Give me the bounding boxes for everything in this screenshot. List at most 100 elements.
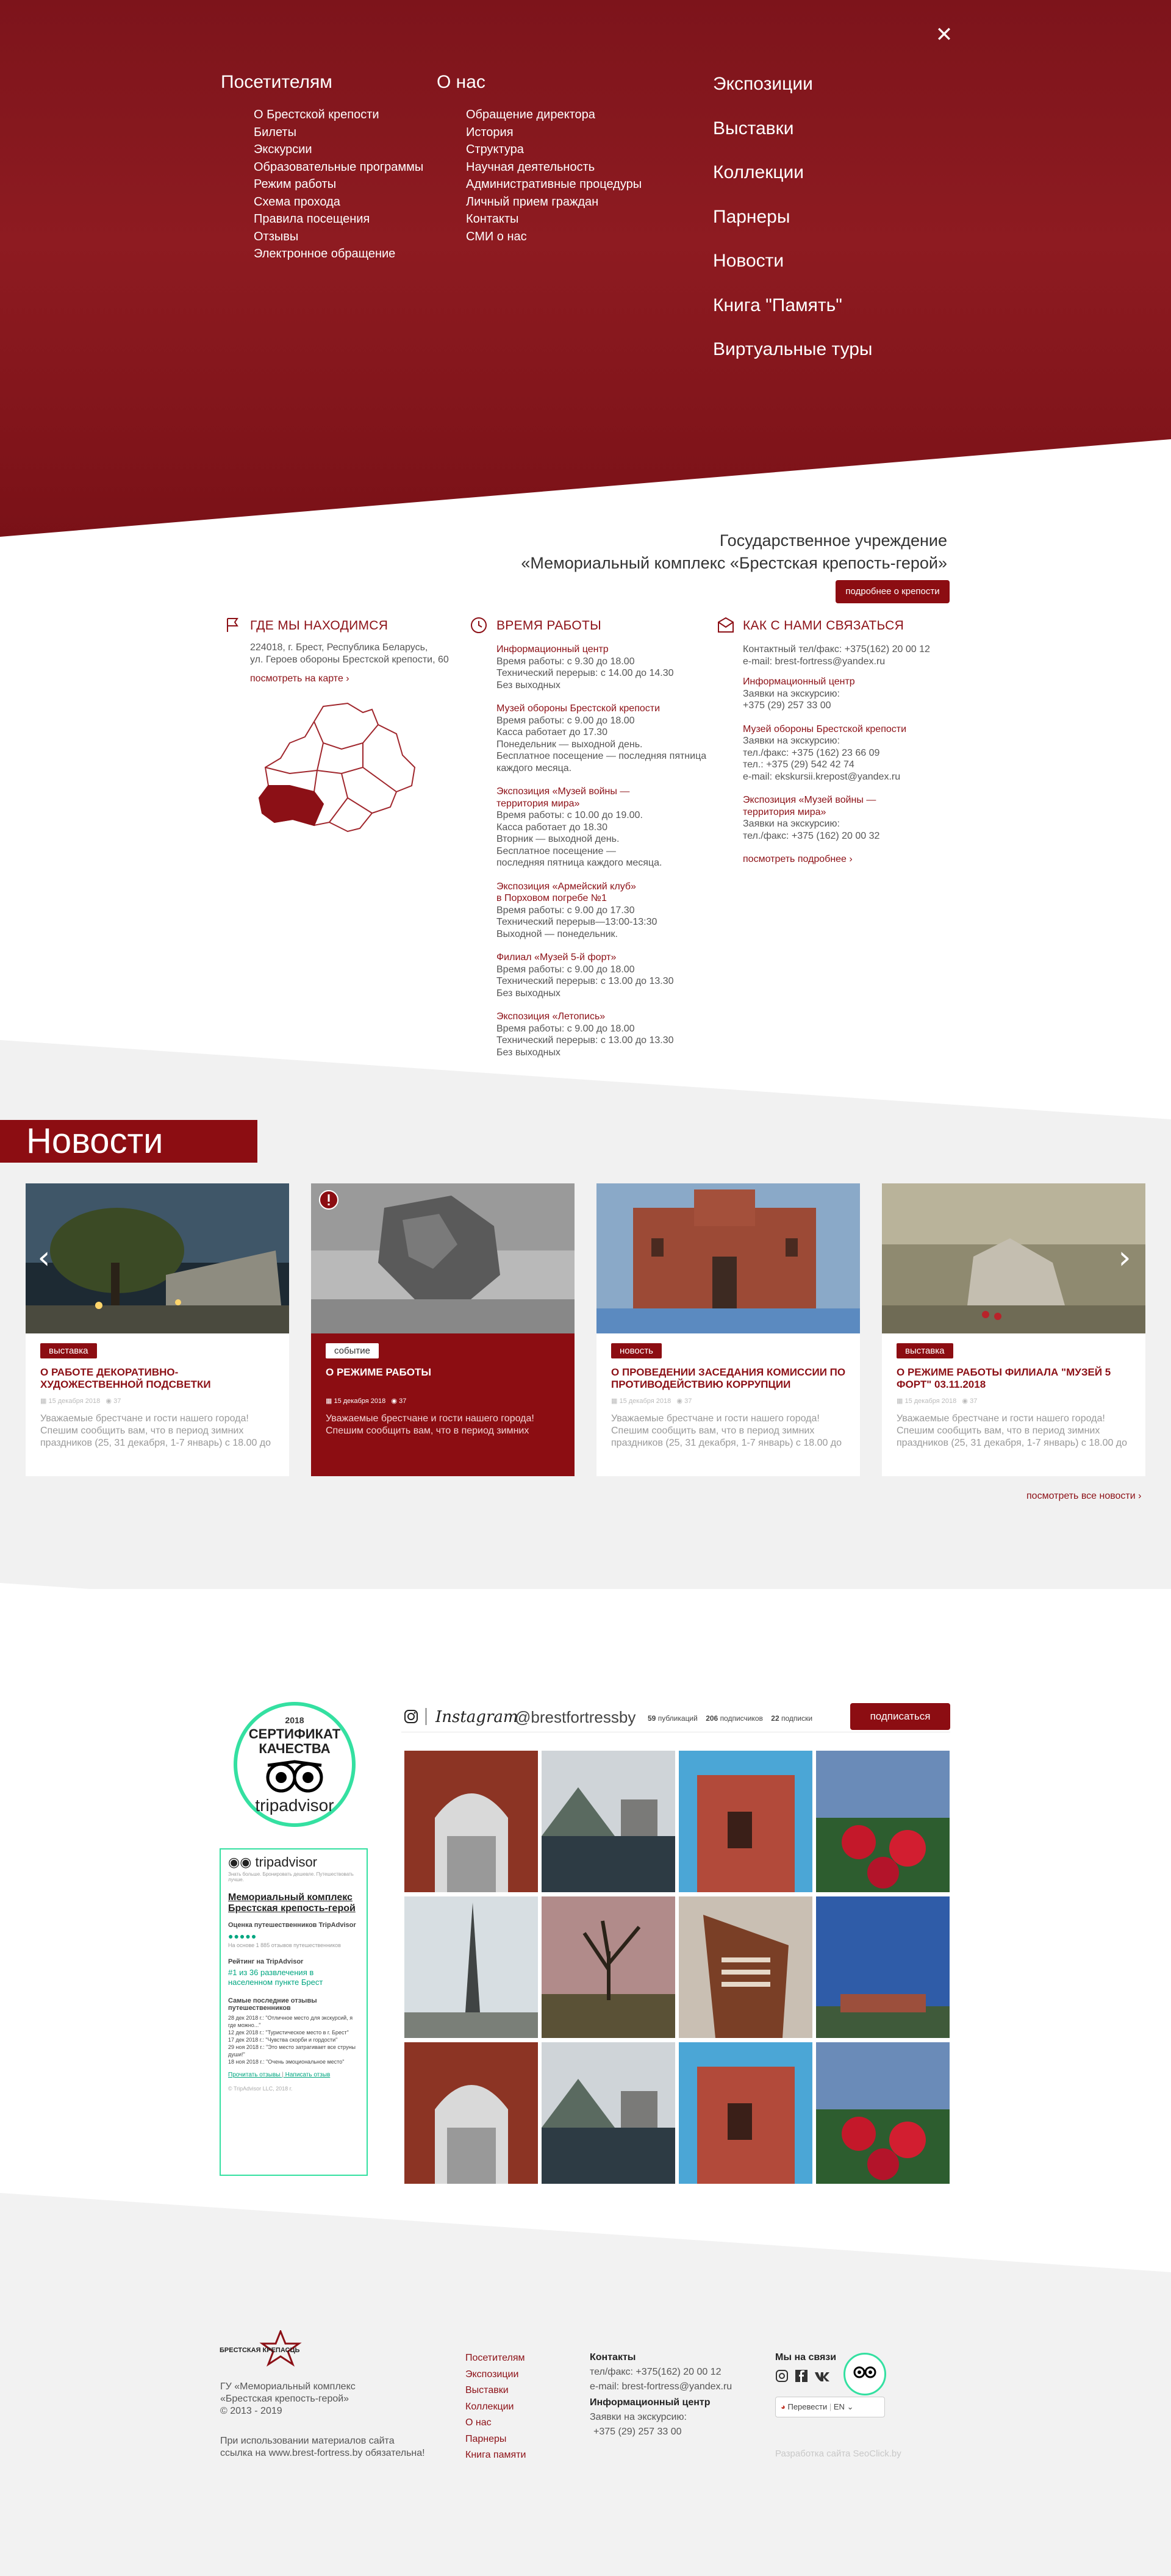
menu-item[interactable]: О Брестской крепости xyxy=(254,106,423,124)
menu-item[interactable]: Обращение директора xyxy=(466,106,642,124)
menu-item[interactable]: Личный прием граждан xyxy=(466,193,642,211)
news-card[interactable]: новость О ПРОВЕДЕНИИ ЗАСЕДАНИЯ КОМИССИИ … xyxy=(596,1183,860,1476)
instagram-photo[interactable] xyxy=(404,2042,538,2184)
close-icon[interactable]: ✕ xyxy=(934,24,954,45)
news-title[interactable]: О ПРОВЕДЕНИИ ЗАСЕДАНИЯ КОМИССИИ ПО ПРОТИ… xyxy=(611,1366,849,1391)
menu-section-item[interactable]: Виртуальные туры xyxy=(713,328,873,372)
instagram-photo[interactable] xyxy=(679,1751,812,1892)
chevron-right-icon[interactable]: › xyxy=(1112,1240,1137,1276)
instagram-photo[interactable] xyxy=(542,1896,675,2038)
facebook-icon[interactable] xyxy=(795,2369,808,2383)
info-block-title[interactable]: территория мира» xyxy=(743,806,962,819)
footer-email[interactable]: e-mail: brest-fortress@yandex.ru xyxy=(590,2381,732,2393)
instagram-photo[interactable] xyxy=(542,2042,675,2184)
menu-section-item[interactable]: Книга "Память" xyxy=(713,284,873,328)
info-block-title[interactable]: Филиал «Музей 5-й форт» xyxy=(496,952,716,964)
instagram-handle[interactable]: @brestfortressby xyxy=(515,1708,636,1727)
instagram-icon[interactable] xyxy=(775,2369,789,2383)
vk-icon[interactable] xyxy=(814,2369,830,2383)
menu-item[interactable]: Контакты xyxy=(466,210,642,228)
menu-item[interactable]: Административные процедуры xyxy=(466,176,642,193)
news-card[interactable]: выставка О РЕЖИМЕ РАБОТЫ ФИЛИАЛА "МУЗЕЙ … xyxy=(882,1183,1145,1476)
footer-link[interactable]: Парнеры xyxy=(465,2431,526,2448)
info-block-title[interactable]: Музей обороны Брестской крепости xyxy=(496,703,716,715)
instagram-photo[interactable] xyxy=(404,1896,538,2038)
menu-item[interactable]: Электронное обращение xyxy=(254,245,423,263)
all-news-link[interactable]: посмотреть все новости › xyxy=(1026,1491,1141,1502)
footer-link[interactable]: Посетителям xyxy=(465,2350,526,2367)
news-title[interactable]: О РАБОТЕ ДЕКОРАТИВНО-ХУДОЖЕСТВЕННОЙ ПОДС… xyxy=(40,1366,278,1391)
info-block-title[interactable]: Музей обороны Брестской крепости xyxy=(743,723,962,736)
menu-item[interactable]: Образовательные программы xyxy=(254,159,423,176)
menu-item[interactable]: История xyxy=(466,124,642,142)
news-meta: ▦ 15 декабря 2018 ◉ 37 xyxy=(40,1397,121,1405)
instagram-photo[interactable] xyxy=(816,1896,950,2038)
belarus-map[interactable] xyxy=(256,700,421,834)
info-block-title[interactable]: в Порховом погребе №1 xyxy=(496,892,716,905)
instagram-photo[interactable] xyxy=(679,1896,812,2038)
menu-section-item[interactable]: Новости xyxy=(713,239,873,284)
instagram-photo[interactable] xyxy=(404,1751,538,1892)
menu-item[interactable]: Экскурсии xyxy=(254,141,423,159)
footer-link[interactable]: Выставки xyxy=(465,2383,526,2399)
instagram-photo[interactable] xyxy=(816,1751,950,1892)
menu-item[interactable]: Отзывы xyxy=(254,228,423,246)
ta-place-name[interactable]: Мемориальный комплекс Брестская крепость… xyxy=(228,1892,359,1914)
tripadvisor-certificate[interactable]: 2018 СЕРТИФИКАТ КАЧЕСТВА tripadvisor xyxy=(234,1702,356,1827)
menu-item[interactable]: Структура xyxy=(466,141,642,159)
instagram-photo[interactable] xyxy=(679,2042,812,2184)
write-review-link[interactable]: Написать отзыв xyxy=(285,2072,331,2078)
menu-section-item[interactable]: Парнеры xyxy=(713,195,873,240)
info-block-title[interactable]: Экспозиция «Армейский клуб» xyxy=(496,881,716,893)
menu-item[interactable]: СМИ о нас xyxy=(466,228,642,246)
news-tag[interactable]: выставка xyxy=(40,1343,97,1358)
menu-section-item[interactable]: Экспозиции xyxy=(713,62,873,107)
menu-visitors-title[interactable]: Посетителям xyxy=(221,72,332,93)
tripadvisor-badge[interactable] xyxy=(843,2353,886,2395)
instagram-photo[interactable] xyxy=(542,1751,675,1892)
menu-item[interactable]: Билеты xyxy=(254,124,423,142)
menu-item[interactable]: Научная деятельность xyxy=(466,159,642,176)
info-block-title[interactable]: Экспозиция «Музей войны — xyxy=(743,794,962,806)
footer-link[interactable]: Книга памяти xyxy=(465,2447,526,2464)
instagram-photo[interactable] xyxy=(816,2042,950,2184)
footer-org: ГУ «Мемориальный комплекс «Брестская креп… xyxy=(220,2381,356,2417)
fortress-logo[interactable]: БРЕСТСКАЯ КРЕПАСЦЬ xyxy=(220,2330,302,2367)
news-tag[interactable]: выставка xyxy=(897,1343,953,1358)
ta-actions: Прочитать отзывы | Написать отзыв xyxy=(228,2072,331,2078)
chevron-left-icon[interactable]: ‹ xyxy=(32,1240,56,1276)
news-tag[interactable]: новость xyxy=(611,1343,662,1358)
info-block-title[interactable]: Экспозиция «Летопись» xyxy=(496,1011,716,1023)
footer-link[interactable]: Экспозиции xyxy=(465,2367,526,2383)
menu-item[interactable]: Режим работы xyxy=(254,176,423,193)
info-line: Технический перерыв: с 14.00 до 14.30 xyxy=(496,668,674,678)
news-title[interactable]: О РЕЖИМЕ РАБОТЫ ФИЛИАЛА "МУЗЕЙ 5 ФОРТ" 0… xyxy=(897,1366,1134,1391)
menu-item[interactable]: Правила посещения xyxy=(254,210,423,228)
instagram-subscribe-button[interactable]: подписаться xyxy=(850,1703,950,1730)
language-select[interactable]: EN xyxy=(834,2402,845,2411)
footer-link[interactable]: Коллекции xyxy=(465,2399,526,2416)
news-card[interactable]: выставка О РАБОТЕ ДЕКОРАТИВНО-ХУДОЖЕСТВЕ… xyxy=(26,1183,289,1476)
news-card-active[interactable]: событие О РЕЖИМЕ РАБОТЫ ▦ 15 декабря 201… xyxy=(311,1183,575,1476)
menu-item[interactable]: Схема прохода xyxy=(254,193,423,211)
ta-rank-text[interactable]: #1 из 36 развлечения в населенном пункте… xyxy=(228,1968,359,1987)
developer-credit[interactable]: Разработка сайта SeoClick.by xyxy=(775,2448,901,2460)
info-block: Филиал «Музей 5-й форт» Время работы: с 9… xyxy=(496,952,716,999)
ta-widget-brand[interactable]: ◉◉ tripadvisor xyxy=(228,1854,359,1870)
footer-link[interactable]: О нас xyxy=(465,2415,526,2431)
chevron-down-icon: ⌄ xyxy=(847,2402,854,2411)
view-on-map-link[interactable]: посмотреть на карте › xyxy=(250,673,349,684)
more-about-fortress-button[interactable]: подробнее о крепости xyxy=(836,580,950,603)
menu-about-title[interactable]: О нас xyxy=(437,72,485,93)
info-block-title[interactable]: территория мира» xyxy=(496,798,716,810)
read-reviews-link[interactable]: Прочитать отзывы xyxy=(228,2072,280,2078)
news-tag[interactable]: событие xyxy=(326,1343,379,1358)
info-block-title[interactable]: Экспозиция «Музей войны — xyxy=(496,786,716,798)
menu-section-item[interactable]: Коллекции xyxy=(713,151,873,195)
contacts-more-link[interactable]: посмотреть подробнее › xyxy=(743,853,962,866)
menu-section-item[interactable]: Выставки xyxy=(713,107,873,151)
news-title[interactable]: О РЕЖИМЕ РАБОТЫ xyxy=(326,1366,564,1379)
translate-widget[interactable]: ◕ Перевести | EN ⌄ xyxy=(775,2397,885,2417)
info-block-title[interactable]: Информационный центр xyxy=(496,644,716,656)
info-block-title[interactable]: Информационный центр xyxy=(743,676,962,688)
